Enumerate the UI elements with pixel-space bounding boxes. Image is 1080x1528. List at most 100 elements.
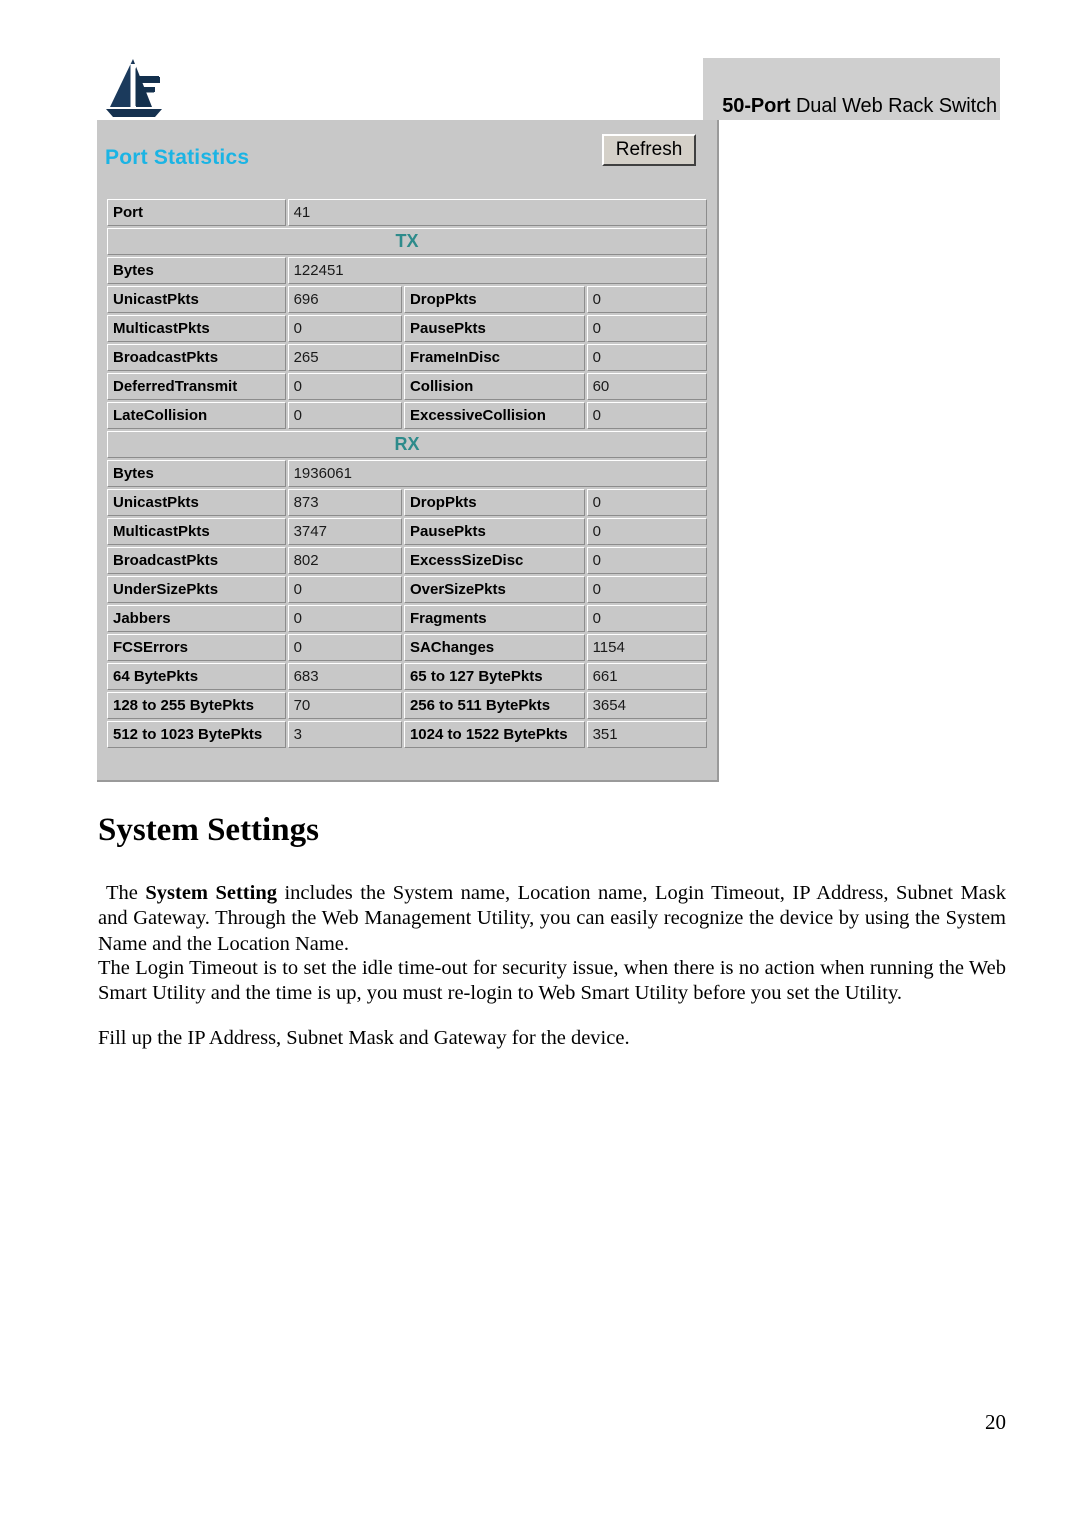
atlantis-land-logo-icon bbox=[106, 59, 162, 117]
row-label2: 1024 to 1522 BytePkts bbox=[403, 721, 585, 748]
row-value: 696 bbox=[287, 286, 402, 313]
row-value: 0 bbox=[287, 605, 402, 632]
port-statistics-table: Port 41 TX Bytes 122451 UnicastPkts 696 … bbox=[105, 197, 709, 750]
row-label2: PausePkts bbox=[403, 518, 585, 545]
paragraph-system-setting: The System Setting includes the System n… bbox=[98, 881, 1006, 958]
page-header: 50-Port Dual Web Rack Switch bbox=[0, 0, 1080, 130]
table-row: MulticastPkts 3747 PausePkts 0 bbox=[107, 518, 707, 545]
paragraph-login-timeout: The Login Timeout is to set the idle tim… bbox=[98, 956, 1006, 1005]
table-row: FCSErrors 0 SAChanges 1154 bbox=[107, 634, 707, 661]
section-label-rx: RX bbox=[107, 431, 707, 458]
page-number: 20 bbox=[985, 1410, 1006, 1434]
table-row: Bytes 1936061 bbox=[107, 460, 707, 487]
row-value: 0 bbox=[287, 402, 402, 429]
port-label: Port bbox=[107, 199, 286, 226]
row-value2: 0 bbox=[586, 315, 707, 342]
row-value: 0 bbox=[287, 373, 402, 400]
table-row-port: Port 41 bbox=[107, 199, 707, 226]
table-row: BroadcastPkts 802 ExcessSizeDisc 0 bbox=[107, 547, 707, 574]
row-label2: FrameInDisc bbox=[403, 344, 585, 371]
section-label-tx: TX bbox=[107, 228, 707, 255]
table-row: UnicastPkts 873 DropPkts 0 bbox=[107, 489, 707, 516]
page-title: Port Statistics bbox=[105, 146, 250, 169]
row-label: LateCollision bbox=[107, 402, 286, 429]
row-value2: 351 bbox=[586, 721, 707, 748]
row-value: 0 bbox=[287, 315, 402, 342]
para1-bold-term: System Setting bbox=[145, 881, 277, 904]
rx-bytes-label: Bytes bbox=[107, 460, 286, 487]
row-label: UnderSizePkts bbox=[107, 576, 286, 603]
row-label: Jabbers bbox=[107, 605, 286, 632]
paragraph-fill-ip: Fill up the IP Address, Subnet Mask and … bbox=[98, 1026, 630, 1049]
row-label2: Fragments bbox=[403, 605, 585, 632]
row-value: 873 bbox=[287, 489, 402, 516]
row-label2: ExcessSizeDisc bbox=[403, 547, 585, 574]
row-label: MulticastPkts bbox=[107, 518, 286, 545]
row-label: MulticastPkts bbox=[107, 315, 286, 342]
product-name-prefix: 50-Port bbox=[722, 95, 791, 117]
row-value: 3 bbox=[287, 721, 402, 748]
row-label2: 256 to 511 BytePkts bbox=[403, 692, 585, 719]
panel-titlebar: Port Statistics Refresh bbox=[97, 120, 717, 193]
row-label: UnicastPkts bbox=[107, 286, 286, 313]
row-value2: 3654 bbox=[586, 692, 707, 719]
row-value2: 0 bbox=[586, 286, 707, 313]
table-row: BroadcastPkts 265 FrameInDisc 0 bbox=[107, 344, 707, 371]
row-value2: 60 bbox=[586, 373, 707, 400]
row-label: 64 BytePkts bbox=[107, 663, 286, 690]
table-row: 512 to 1023 BytePkts 3 1024 to 1522 Byte… bbox=[107, 721, 707, 748]
row-label: FCSErrors bbox=[107, 634, 286, 661]
row-label: 512 to 1023 BytePkts bbox=[107, 721, 286, 748]
row-value2: 0 bbox=[586, 402, 707, 429]
row-value2: 0 bbox=[586, 547, 707, 574]
product-name-text: 50-Port Dual Web Rack Switch bbox=[722, 95, 997, 118]
section-heading: System Settings bbox=[98, 812, 319, 848]
row-label: UnicastPkts bbox=[107, 489, 286, 516]
product-name-rest: Dual Web Rack Switch bbox=[790, 95, 997, 117]
table-row: DeferredTransmit 0 Collision 60 bbox=[107, 373, 707, 400]
table-row: LateCollision 0 ExcessiveCollision 0 bbox=[107, 402, 707, 429]
row-label2: DropPkts bbox=[403, 489, 585, 516]
rx-bytes-value: 1936061 bbox=[287, 460, 707, 487]
row-value: 802 bbox=[287, 547, 402, 574]
row-value: 0 bbox=[287, 576, 402, 603]
row-value: 683 bbox=[287, 663, 402, 690]
section-header-tx: TX bbox=[107, 228, 707, 255]
table-row: Jabbers 0 Fragments 0 bbox=[107, 605, 707, 632]
refresh-button[interactable]: Refresh bbox=[602, 134, 696, 166]
port-value: 41 bbox=[287, 199, 707, 226]
tx-bytes-value: 122451 bbox=[287, 257, 707, 284]
product-name-banner: 50-Port Dual Web Rack Switch bbox=[703, 58, 1000, 120]
row-value: 70 bbox=[287, 692, 402, 719]
table-row: MulticastPkts 0 PausePkts 0 bbox=[107, 315, 707, 342]
row-label2: PausePkts bbox=[403, 315, 585, 342]
row-label2: ExcessiveCollision bbox=[403, 402, 585, 429]
tx-bytes-label: Bytes bbox=[107, 257, 286, 284]
section-header-rx: RX bbox=[107, 431, 707, 458]
row-label: DeferredTransmit bbox=[107, 373, 286, 400]
row-value2: 661 bbox=[586, 663, 707, 690]
row-label: BroadcastPkts bbox=[107, 344, 286, 371]
row-value2: 0 bbox=[586, 518, 707, 545]
table-row: Bytes 122451 bbox=[107, 257, 707, 284]
row-label2: DropPkts bbox=[403, 286, 585, 313]
row-value: 0 bbox=[287, 634, 402, 661]
row-value2: 0 bbox=[586, 605, 707, 632]
para1-lead: The bbox=[106, 881, 146, 904]
table-row: UnderSizePkts 0 OverSizePkts 0 bbox=[107, 576, 707, 603]
table-row: 64 BytePkts 683 65 to 127 BytePkts 661 bbox=[107, 663, 707, 690]
table-row: 128 to 255 BytePkts 70 256 to 511 BytePk… bbox=[107, 692, 707, 719]
port-statistics-panel: Port Statistics Refresh Port 41 TX Bytes… bbox=[97, 120, 719, 782]
row-value2: 0 bbox=[586, 489, 707, 516]
row-value2: 0 bbox=[586, 344, 707, 371]
row-value2: 0 bbox=[586, 576, 707, 603]
row-value2: 1154 bbox=[586, 634, 707, 661]
row-value: 3747 bbox=[287, 518, 402, 545]
table-row: UnicastPkts 696 DropPkts 0 bbox=[107, 286, 707, 313]
row-label2: Collision bbox=[403, 373, 585, 400]
row-label2: OverSizePkts bbox=[403, 576, 585, 603]
row-value: 265 bbox=[287, 344, 402, 371]
row-label: 128 to 255 BytePkts bbox=[107, 692, 286, 719]
row-label2: 65 to 127 BytePkts bbox=[403, 663, 585, 690]
row-label: BroadcastPkts bbox=[107, 547, 286, 574]
